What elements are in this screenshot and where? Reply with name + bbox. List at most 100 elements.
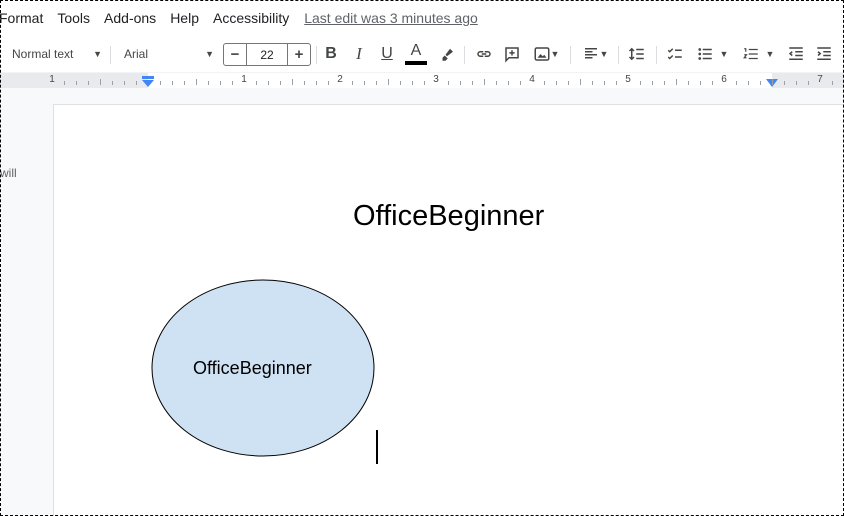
ruler-tick	[280, 81, 281, 85]
underline-button[interactable]: U	[376, 36, 398, 72]
indent-decrease-icon	[788, 47, 803, 60]
indent-increase-icon	[817, 47, 831, 60]
document-title-text[interactable]: OfficeBeginner	[353, 200, 544, 233]
last-edit-link[interactable]: Last edit was 3 minutes ago	[304, 10, 478, 26]
link-icon	[477, 51, 491, 57]
toolbar-divider	[316, 46, 317, 64]
ruler-number: 6	[721, 74, 727, 85]
ruler-tick	[184, 81, 185, 85]
text-color-letter: A	[410, 42, 422, 59]
add-comment-button[interactable]	[500, 36, 524, 72]
toolbar-divider	[570, 46, 571, 64]
ruler-tick	[640, 81, 641, 85]
ruler-tick	[364, 81, 365, 85]
horizontal-ruler[interactable]: 1 1 2 3 4 5 6 7	[0, 72, 844, 89]
ruler-tick	[832, 81, 833, 85]
text-color-button[interactable]: A	[403, 36, 429, 72]
highlight-color-button[interactable]	[436, 36, 458, 72]
toolbar-divider	[618, 46, 619, 64]
line-spacing-button[interactable]	[625, 36, 649, 72]
ruler-tick	[604, 81, 605, 85]
bulleted-list-button[interactable]: ▼	[692, 36, 732, 72]
ruler-tick	[556, 81, 557, 85]
ruler-number: 7	[817, 74, 823, 85]
font-family-dropdown[interactable]: Arial ▼	[120, 36, 218, 72]
menu-help[interactable]: Help	[163, 10, 206, 26]
chevron-down-icon: ▼	[719, 49, 729, 59]
ruler-tick	[580, 79, 581, 85]
ruler-tick	[676, 79, 677, 85]
align-left-icon	[584, 48, 597, 59]
ruler-tick	[460, 81, 461, 85]
toolbar-divider	[656, 46, 657, 64]
menu-add-ons[interactable]: Add-ons	[97, 10, 163, 26]
ruler-tick	[448, 81, 449, 85]
bold-button[interactable]: B	[320, 36, 342, 72]
font-family-label: Arial	[124, 47, 149, 61]
ruler-number: 1	[49, 74, 55, 85]
ruler-tick	[292, 79, 293, 85]
ruler-tick	[736, 81, 737, 85]
italic-button[interactable]: I	[348, 36, 370, 72]
numbered-list-icon	[742, 48, 758, 60]
ruler-tick	[160, 81, 161, 85]
checklist-icon	[667, 48, 682, 60]
ruler-tick	[784, 81, 785, 85]
ruler-tick	[688, 81, 689, 85]
decrease-font-size-button[interactable]: −	[223, 43, 247, 66]
ruler-tick	[352, 81, 353, 85]
menu-format[interactable]: Format	[0, 10, 50, 26]
ruler-tick	[328, 81, 329, 85]
ruler-tick	[136, 81, 137, 85]
ruler-margin-left	[0, 73, 148, 89]
insert-image-button[interactable]: ▼	[528, 36, 564, 72]
ruler-tick	[472, 81, 473, 85]
text-cursor	[376, 430, 378, 464]
paragraph-style-dropdown[interactable]: Normal text ▼	[8, 36, 106, 72]
line-spacing-icon	[628, 47, 644, 61]
ruler-tick	[76, 81, 77, 85]
increase-indent-button[interactable]	[812, 36, 836, 72]
ruler-tick	[592, 81, 593, 85]
ruler-tick	[496, 81, 497, 85]
align-button[interactable]: ▼	[578, 36, 612, 72]
insert-link-button[interactable]	[472, 36, 496, 72]
ruler-tick	[124, 81, 125, 85]
numbered-list-button[interactable]: ▼	[738, 36, 778, 72]
menu-accessibility[interactable]: Accessibility	[206, 10, 296, 26]
ruler-number: 2	[337, 74, 343, 85]
ruler-number: 4	[529, 74, 535, 85]
ruler-tick	[400, 81, 401, 85]
ruler-tick	[64, 81, 65, 85]
ruler-tick	[808, 81, 809, 85]
ruler-tick	[712, 81, 713, 85]
ruler-tick	[544, 81, 545, 85]
ruler-tick	[796, 81, 797, 85]
ruler-tick	[568, 81, 569, 85]
ruler-number: 1	[241, 74, 247, 85]
bulleted-list-icon	[697, 48, 712, 60]
ruler-tick	[388, 79, 389, 85]
ruler-tick	[196, 79, 197, 85]
ruler-tick	[256, 81, 257, 85]
font-size-input[interactable]: 22	[247, 43, 287, 66]
highlighter-icon	[442, 48, 453, 61]
checklist-button[interactable]	[663, 36, 687, 72]
chevron-down-icon: ▼	[205, 49, 214, 59]
menu-tools[interactable]: Tools	[50, 10, 97, 26]
left-indent-marker[interactable]	[141, 76, 155, 88]
paragraph-style-label: Normal text	[12, 47, 74, 61]
ruler-tick	[760, 81, 761, 85]
toolbar-divider	[110, 46, 111, 64]
increase-font-size-button[interactable]: +	[287, 43, 311, 66]
chevron-down-icon: ▼	[765, 49, 775, 59]
ruler-tick	[616, 81, 617, 85]
side-panel-text: will	[0, 166, 17, 180]
decrease-indent-button[interactable]	[784, 36, 808, 72]
ruler-tick	[232, 81, 233, 85]
chevron-down-icon: ▼	[550, 49, 560, 59]
ruler-tick	[376, 81, 377, 85]
ruler-number: 5	[625, 74, 631, 85]
ruler-tick	[316, 81, 317, 85]
ruler-tick	[748, 81, 749, 85]
